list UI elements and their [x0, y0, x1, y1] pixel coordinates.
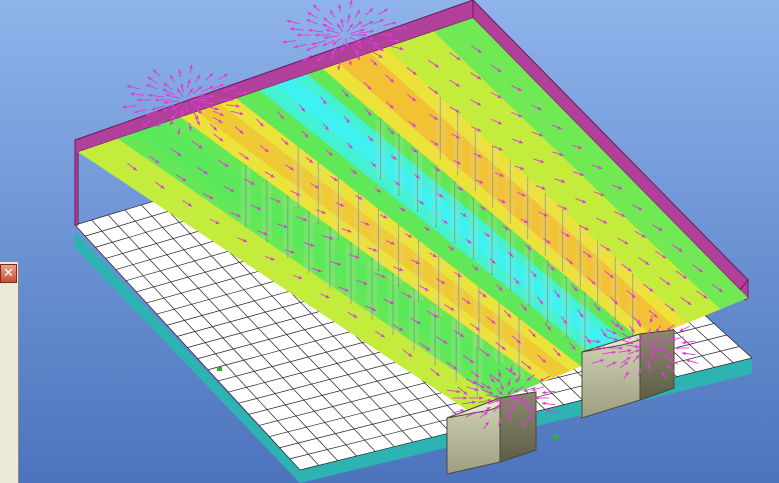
side-panel — [0, 262, 19, 483]
cfd-3d-viewport[interactable] — [0, 0, 779, 483]
close-icon[interactable]: ✕ — [0, 264, 17, 283]
